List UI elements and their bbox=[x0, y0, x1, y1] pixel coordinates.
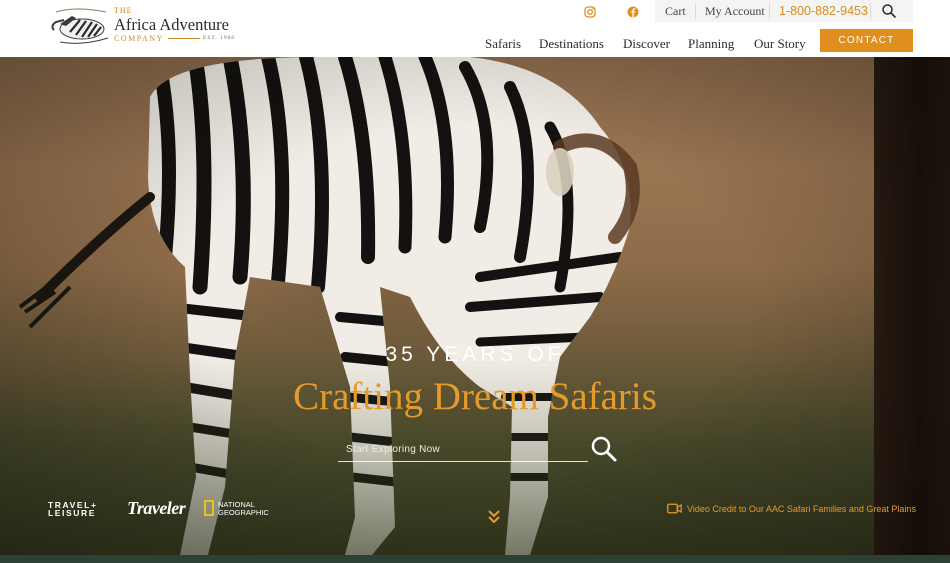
search-icon bbox=[591, 436, 617, 462]
video-credit[interactable]: Video Credit to Our AAC Safari Families … bbox=[687, 504, 916, 514]
nav-our-story[interactable]: Our Story bbox=[754, 36, 806, 52]
facebook-icon[interactable] bbox=[626, 5, 640, 19]
nav-discover[interactable]: Discover bbox=[623, 36, 670, 52]
utility-divider bbox=[695, 3, 696, 19]
nav-planning[interactable]: Planning bbox=[688, 36, 734, 52]
logo-est: EST. 1986 bbox=[203, 35, 236, 41]
press-logo-traveler: Traveler bbox=[127, 498, 186, 518]
nav-safaris[interactable]: Safaris bbox=[485, 36, 521, 52]
hero-title: Crafting Dream Safaris bbox=[293, 375, 657, 418]
logo-the: THE bbox=[114, 6, 133, 15]
instagram-icon[interactable] bbox=[583, 5, 597, 19]
utility-bar: Cart My Account 1-800-882-9453 bbox=[655, 0, 913, 22]
press-logo-text: GEOGRAPHIC bbox=[218, 508, 269, 517]
utility-divider bbox=[870, 3, 871, 19]
site-header: THE Africa Adventure COMPANY EST. 1986 C… bbox=[0, 0, 950, 57]
natgeo-frame-icon bbox=[204, 500, 214, 516]
hero-overlay bbox=[0, 57, 950, 555]
press-logo-travel-leisure: TRAVEL+ LEISURE bbox=[48, 501, 98, 518]
logo-name: Africa Adventure bbox=[114, 15, 229, 34]
hero-search-input[interactable] bbox=[338, 438, 588, 462]
hero-search-button[interactable] bbox=[590, 435, 618, 463]
double-chevron-down-icon[interactable] bbox=[486, 509, 502, 525]
press-logo-text: LEISURE bbox=[48, 508, 97, 518]
logo-divider bbox=[168, 38, 200, 39]
footer-band bbox=[0, 555, 950, 563]
press-logo-natgeo: NATIONAL GEOGRAPHIC bbox=[218, 501, 269, 517]
utility-divider bbox=[769, 3, 770, 19]
hero-section: 35 YEARS OF Crafting Dream Safaris TRAVE… bbox=[0, 57, 950, 555]
contact-button[interactable]: CONTACT bbox=[820, 29, 913, 52]
nav-destinations[interactable]: Destinations bbox=[539, 36, 604, 52]
video-camera-icon bbox=[667, 503, 682, 514]
my-account-link[interactable]: My Account bbox=[705, 4, 765, 19]
phone-link[interactable]: 1-800-882-9453 bbox=[779, 4, 868, 18]
hero-kicker: 35 YEARS OF bbox=[385, 343, 565, 366]
search-icon[interactable] bbox=[881, 3, 897, 19]
zebra-logo-icon bbox=[51, 8, 109, 44]
logo-company: COMPANY bbox=[114, 34, 164, 43]
logo[interactable]: THE Africa Adventure COMPANY EST. 1986 bbox=[46, 4, 236, 48]
cart-link[interactable]: Cart bbox=[665, 4, 686, 19]
